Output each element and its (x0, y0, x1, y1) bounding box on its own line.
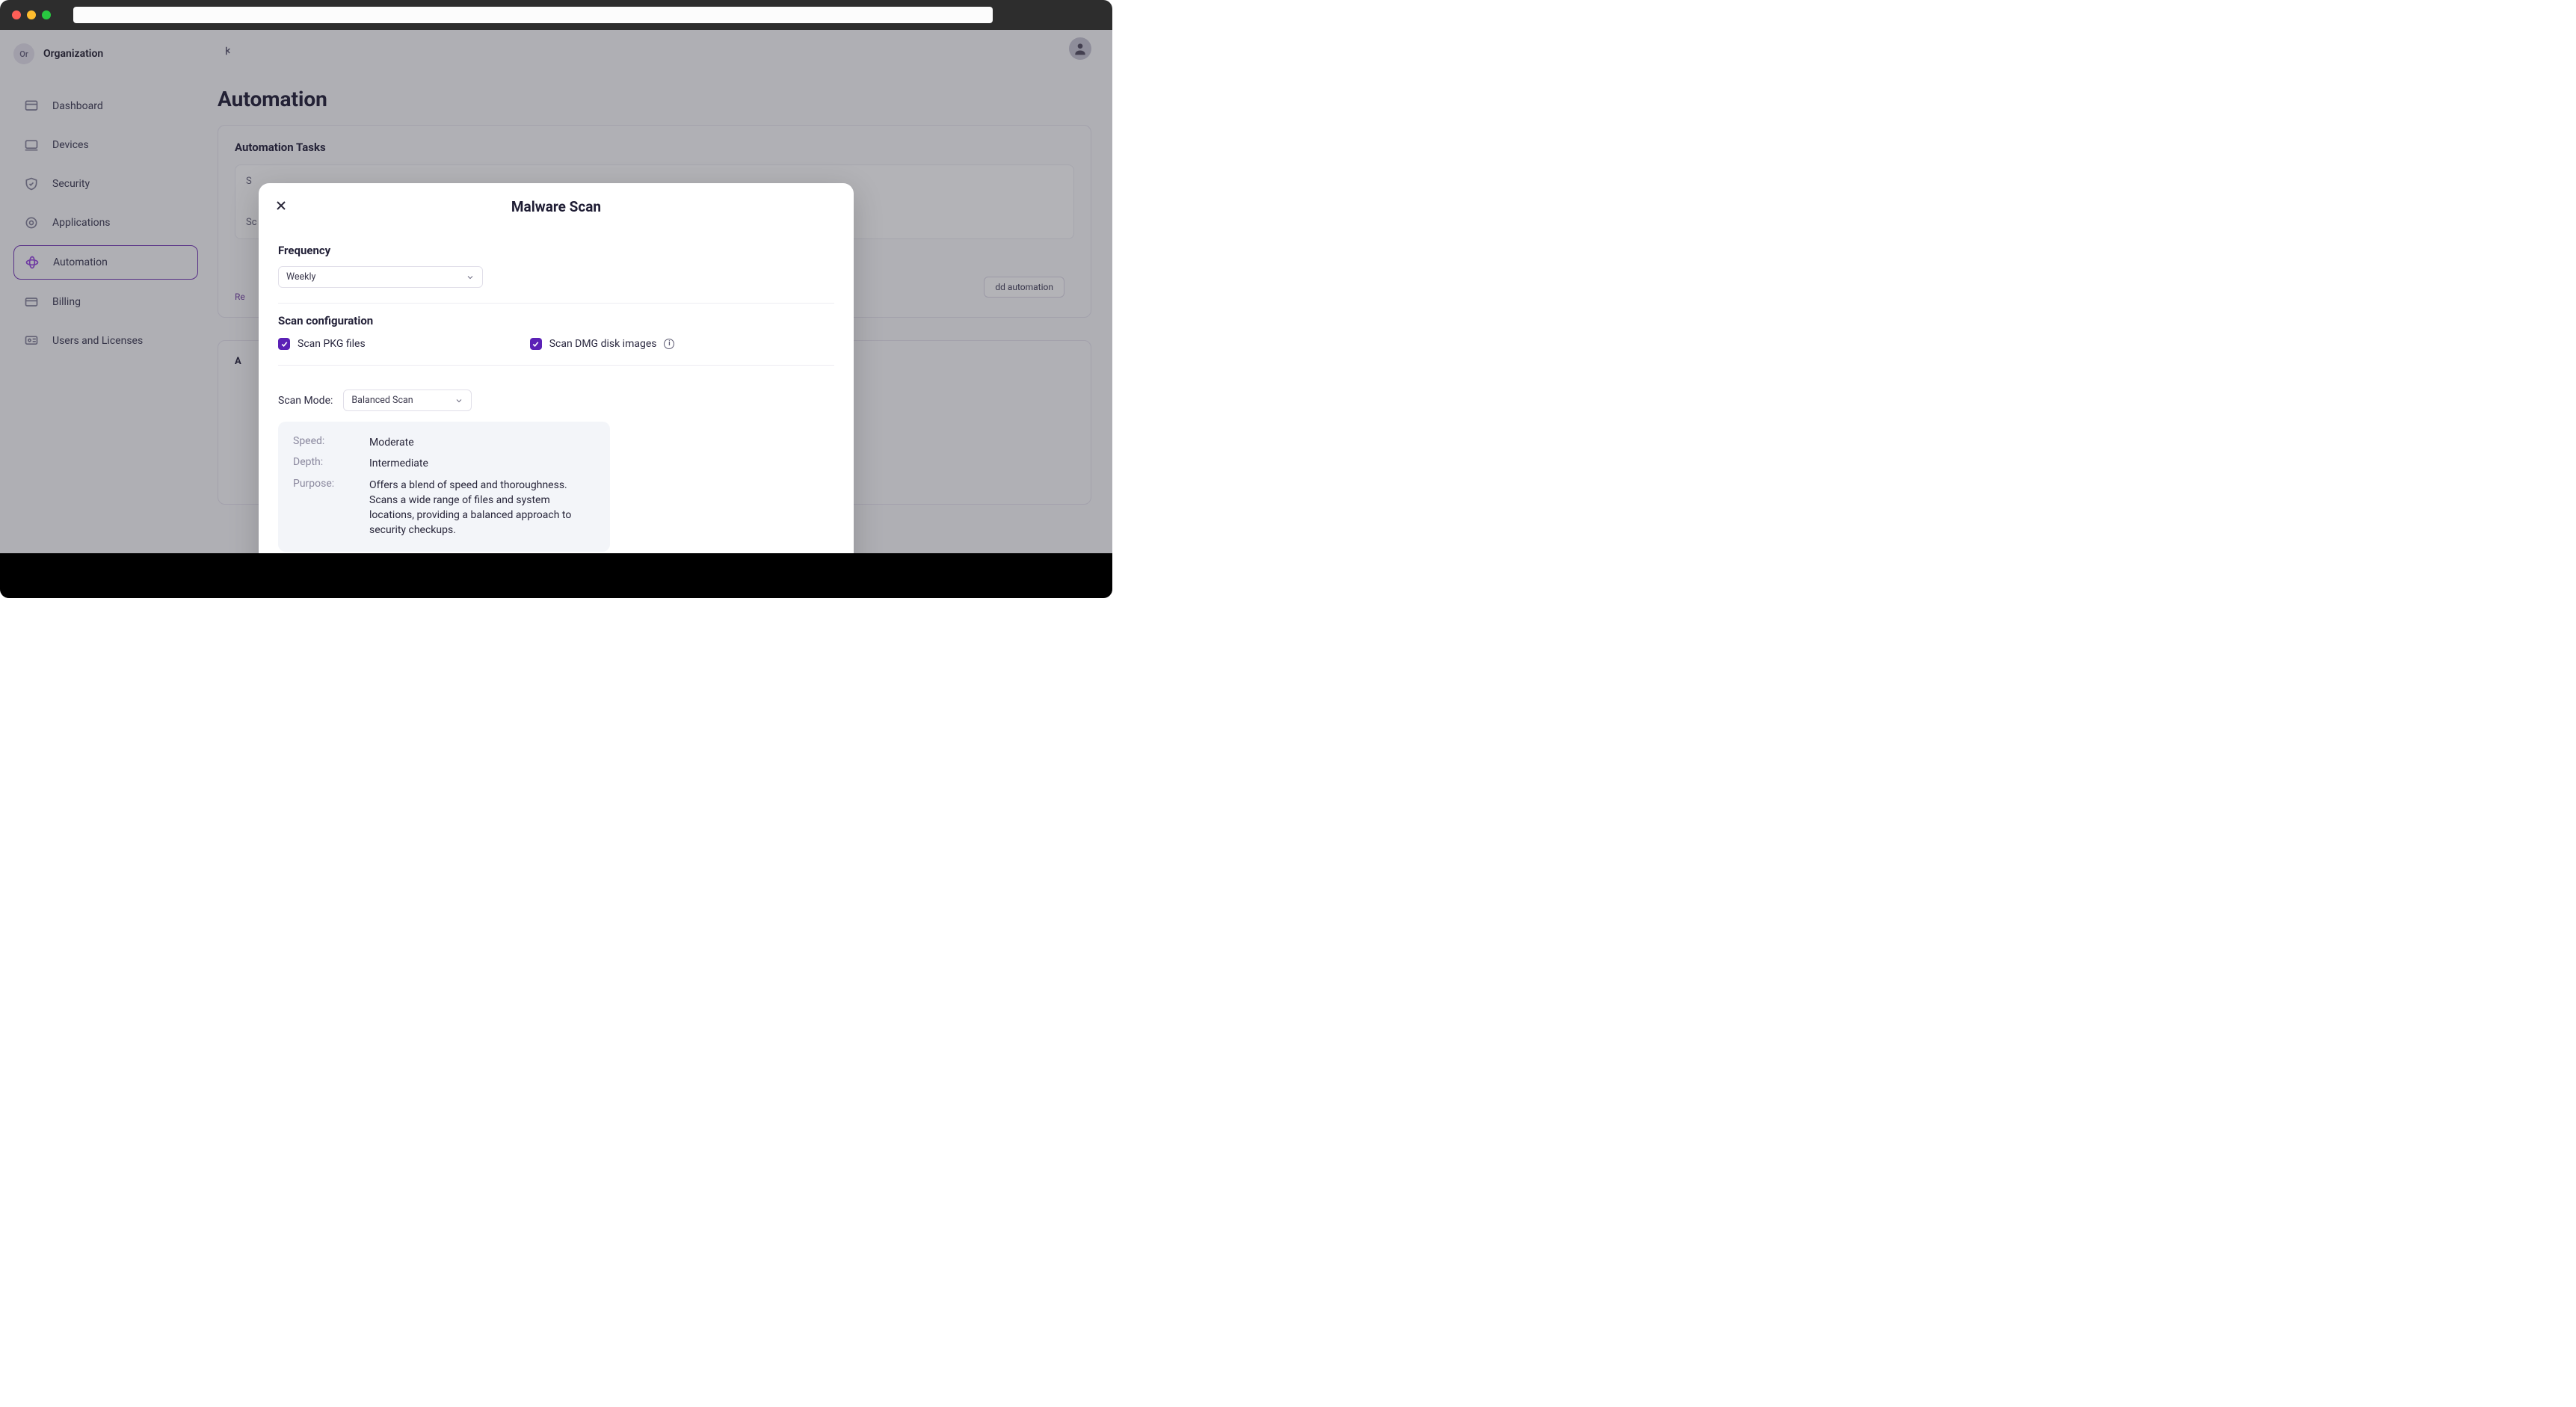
chevron-down-icon (455, 396, 463, 405)
modal-header: Malware Scan (259, 183, 854, 230)
minimize-window-button[interactable] (27, 10, 36, 19)
scan-mode-label: Scan Mode: (278, 395, 333, 407)
speed-value: Moderate (369, 435, 595, 450)
depth-value: Intermediate (369, 456, 595, 471)
window-controls (12, 10, 51, 19)
speed-key: Speed: (293, 435, 363, 450)
checkmark-icon (530, 338, 542, 350)
scan-mode-section: Scan Mode: Balanced Scan Speed: Moderate (278, 366, 834, 567)
modal-title: Malware Scan (511, 198, 601, 215)
frequency-select[interactable]: Weekly (278, 266, 483, 288)
scan-config-label: Scan configuration (278, 314, 834, 327)
info-icon[interactable]: i (664, 339, 674, 349)
scan-dmg-checkbox[interactable]: Scan DMG disk images i (530, 338, 675, 350)
close-modal-button[interactable] (272, 197, 290, 215)
scan-mode-details: Speed: Moderate Depth: Intermediate Purp… (278, 422, 610, 552)
modal-footer: Apply (259, 567, 854, 598)
apply-button[interactable]: Apply (782, 579, 839, 598)
scan-mode-select[interactable]: Balanced Scan (343, 390, 472, 411)
purpose-key: Purpose: (293, 478, 363, 538)
frequency-value: Weekly (286, 271, 315, 283)
frequency-section: Frequency Weekly (278, 233, 834, 304)
scan-config-section: Scan configuration Scan PKG files (278, 304, 834, 366)
browser-window: Or Organization Dashboard Devices (0, 0, 1112, 598)
address-bar[interactable] (73, 7, 993, 23)
scan-mode-value: Balanced Scan (351, 395, 413, 406)
frequency-label: Frequency (278, 244, 834, 257)
close-window-button[interactable] (12, 10, 21, 19)
purpose-value: Offers a blend of speed and thoroughness… (369, 478, 595, 538)
maximize-window-button[interactable] (42, 10, 51, 19)
checkmark-icon (278, 338, 290, 350)
checkbox-label: Scan PKG files (298, 338, 366, 350)
checkbox-label: Scan DMG disk images (549, 338, 657, 350)
malware-scan-modal: Malware Scan Frequency Weekly Scan confi… (259, 183, 854, 598)
chevron-down-icon (466, 273, 475, 282)
scan-pkg-checkbox[interactable]: Scan PKG files (278, 338, 366, 350)
depth-key: Depth: (293, 456, 363, 471)
title-bar (0, 0, 1112, 30)
app-shell: Or Organization Dashboard Devices (0, 30, 1112, 598)
